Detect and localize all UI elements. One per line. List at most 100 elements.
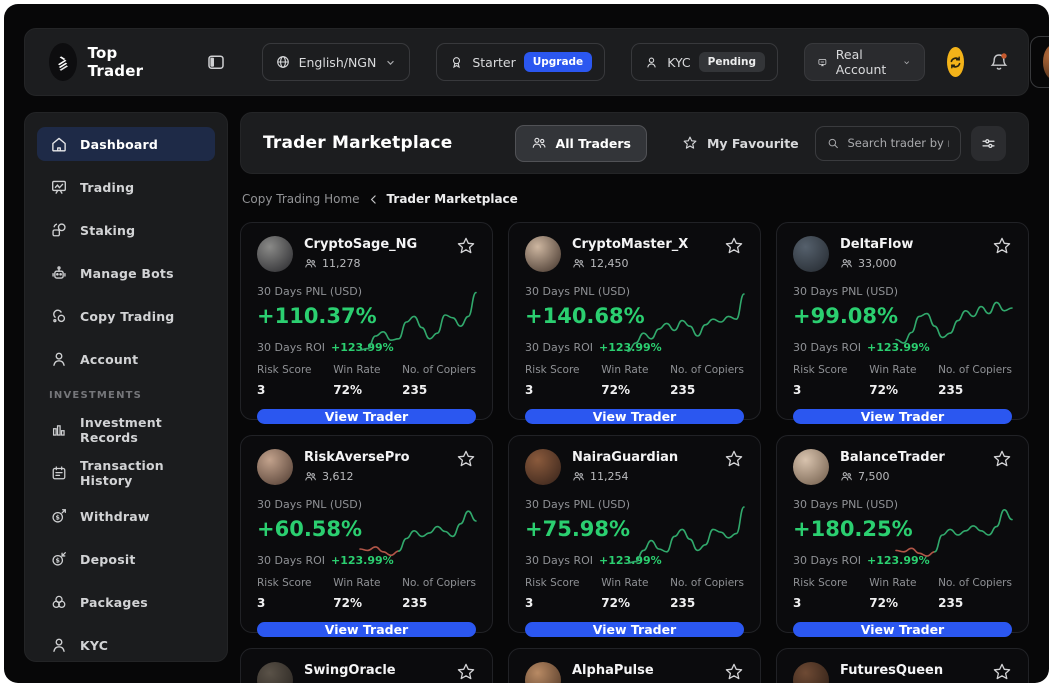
followers-icon [304, 470, 317, 483]
performance-sparkline [894, 492, 1014, 574]
trader-card: NairaGuardian 11,254 30 Days PNL (USD) +… [508, 435, 761, 633]
coins-icon [49, 221, 68, 240]
favourite-star-icon[interactable] [724, 449, 744, 469]
sidebar-item-withdraw[interactable]: $ Withdraw [37, 499, 215, 533]
sidebar-item-kyc[interactable]: KYC [37, 628, 215, 662]
trader-search[interactable] [815, 126, 961, 161]
upgrade-button[interactable]: Upgrade [524, 52, 592, 72]
search-input[interactable] [847, 136, 949, 150]
risk-score-label: Risk Score [525, 577, 580, 589]
tab-my-favourite[interactable]: My Favourite [667, 125, 814, 162]
sidebar-item-label: Deposit [80, 552, 136, 567]
favourite-star-icon[interactable] [992, 449, 1012, 469]
sidebar-item-dashboard[interactable]: Dashboard [37, 127, 215, 161]
risk-score-value: 3 [257, 383, 312, 397]
search-icon [827, 136, 839, 151]
risk-score-value: 3 [257, 596, 312, 610]
tab-label: My Favourite [707, 136, 799, 151]
trader-name: RiskAversePro [304, 450, 410, 465]
language-label: English/NGN [299, 55, 377, 70]
view-trader-button[interactable]: View Trader [257, 409, 476, 424]
kyc-pending-badge: Pending [699, 52, 765, 72]
sidebar-item-label: Copy Trading [80, 309, 174, 324]
sidebar-item-label: KYC [80, 638, 108, 653]
roi-label: 30 Days ROI [793, 554, 861, 567]
trader-avatar [793, 236, 829, 272]
robot-icon [49, 264, 68, 283]
performance-sparkline [358, 279, 478, 361]
sidebar-item-copy-trading[interactable]: Copy Trading [37, 299, 215, 333]
plan-label: Starter [472, 55, 515, 70]
sidebar-toggle-icon[interactable] [206, 52, 226, 72]
rewards-coin-icon[interactable] [947, 47, 964, 77]
view-trader-button[interactable]: View Trader [793, 622, 1012, 637]
account-type-selector[interactable]: Real Account [804, 43, 924, 81]
sidebar-item-packages[interactable]: Packages [37, 585, 215, 619]
risk-score-label: Risk Score [257, 364, 312, 376]
notification-dot [1001, 53, 1006, 58]
copiers-label: No. of Copiers [670, 577, 744, 589]
trader-avatar [525, 449, 561, 485]
risk-score-label: Risk Score [257, 577, 312, 589]
traders-group-icon [531, 135, 547, 151]
user-profile-menu[interactable]: Cameron Williamson Regular User [1030, 36, 1050, 88]
performance-sparkline [358, 492, 478, 574]
favourite-star-icon[interactable] [456, 236, 476, 256]
trader-card: RiskAversePro 3,612 30 Days PNL (USD) +6… [240, 435, 493, 633]
roi-label: 30 Days ROI [257, 554, 325, 567]
notifications-bell-icon[interactable] [988, 51, 1010, 73]
kyc-person-icon [49, 636, 68, 655]
view-trader-button[interactable]: View Trader [257, 622, 476, 637]
favourite-star-icon[interactable] [992, 236, 1012, 256]
sidebar-item-staking[interactable]: Staking [37, 213, 215, 247]
sidebar-item-manage-bots[interactable]: Manage Bots [37, 256, 215, 290]
trader-name: CryptoMaster_X [572, 237, 688, 252]
copiers-label: No. of Copiers [938, 364, 1012, 376]
favourite-star-icon[interactable] [724, 662, 744, 682]
followers-count: 7,500 [858, 470, 890, 483]
venn-circles-icon [49, 593, 68, 612]
favourite-star-icon[interactable] [992, 662, 1012, 682]
performance-sparkline [626, 492, 746, 574]
svg-text:$: $ [55, 558, 60, 565]
risk-score-label: Risk Score [793, 577, 848, 589]
breadcrumb-parent[interactable]: Copy Trading Home [242, 192, 360, 206]
followers-count: 11,254 [590, 470, 629, 483]
tab-all-traders[interactable]: All Traders [515, 125, 647, 162]
chevron-down-icon [384, 56, 397, 69]
roi-label: 30 Days ROI [793, 341, 861, 354]
risk-score-value: 3 [793, 596, 848, 610]
trader-name: DeltaFlow [840, 237, 913, 252]
sidebar-item-label: Account [80, 352, 138, 367]
view-trader-button[interactable]: View Trader [525, 409, 744, 424]
language-selector[interactable]: English/NGN [262, 43, 411, 81]
home-icon [49, 135, 68, 154]
win-rate-value: 72% [869, 383, 916, 397]
favourite-star-icon[interactable] [456, 662, 476, 682]
roi-label: 30 Days ROI [525, 341, 593, 354]
trader-avatar [793, 449, 829, 485]
sidebar-item-deposit[interactable]: $ Deposit [37, 542, 215, 576]
followers-icon [572, 257, 585, 270]
chevron-down-icon [902, 56, 911, 69]
view-trader-button[interactable]: View Trader [525, 622, 744, 637]
sidebar-item-investment-records[interactable]: Investment Records [37, 413, 215, 447]
sidebar-item-label: Manage Bots [80, 266, 174, 281]
view-trader-button[interactable]: View Trader [793, 409, 1012, 424]
trader-name: NairaGuardian [572, 450, 678, 465]
win-rate-value: 72% [869, 596, 916, 610]
favourite-star-icon[interactable] [724, 236, 744, 256]
sidebar-item-trading[interactable]: Trading [37, 170, 215, 204]
sidebar-item-account[interactable]: Account [37, 342, 215, 376]
win-rate-value: 72% [333, 383, 380, 397]
sidebar-item-transaction-history[interactable]: Transaction History [37, 456, 215, 490]
favourite-star-icon[interactable] [456, 449, 476, 469]
sidebar-item-label: Withdraw [80, 509, 150, 524]
filter-button[interactable] [971, 126, 1006, 161]
trader-name: CryptoSage_NG [304, 237, 417, 252]
breadcrumb-current: Trader Marketplace [387, 192, 518, 206]
copiers-value: 235 [938, 383, 1012, 397]
trader-card: BalanceTrader 7,500 30 Days PNL (USD) +1… [776, 435, 1029, 633]
win-rate-label: Win Rate [601, 364, 648, 376]
svg-text:$: $ [55, 515, 60, 522]
